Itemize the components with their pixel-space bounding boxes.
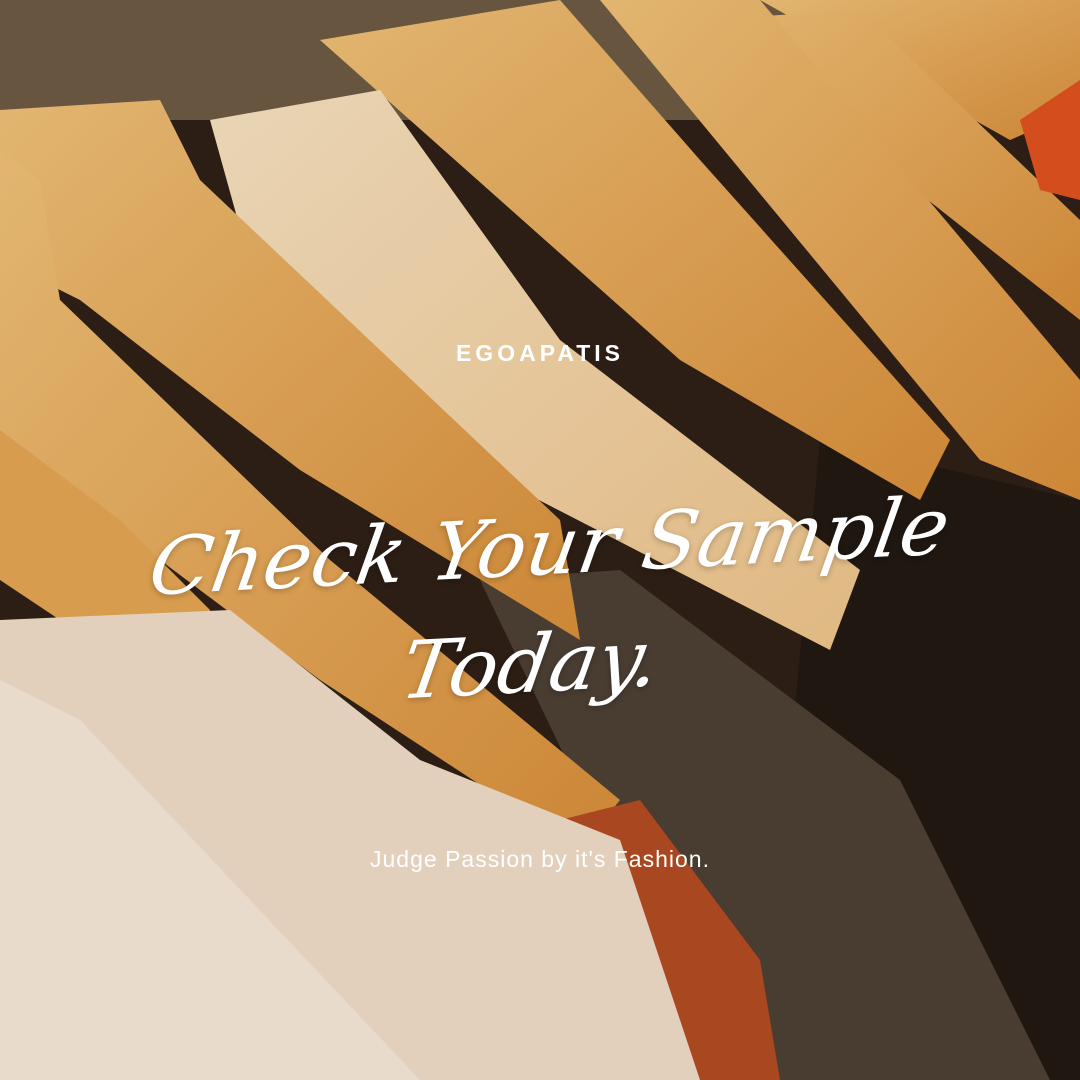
- brand-name: EGOAPATIS: [455, 340, 625, 366]
- tagline: Judge Passion by it's Fashion.: [370, 846, 710, 872]
